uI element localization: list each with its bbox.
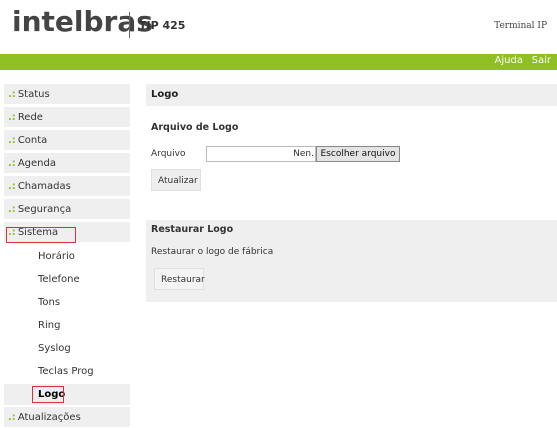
upload-section-title: Arquivo de Logo (151, 122, 239, 133)
sidebar-subitem-syslog[interactable]: Syslog (4, 338, 130, 359)
menu-bullet-icon: .: (8, 412, 16, 423)
sistema-highlight-box (6, 227, 76, 243)
page-title: Logo (146, 84, 557, 106)
sidebar-item-agenda[interactable]: .: Agenda (4, 153, 130, 174)
logout-link[interactable]: Sair (532, 55, 551, 66)
file-input[interactable]: Nen. (206, 146, 316, 162)
restore-section-title: Restaurar Logo (151, 224, 234, 235)
restore-button[interactable]: Restaurar (154, 268, 205, 290)
main-content: Logo Arquivo de Logo Arquivo Nen. Escolh… (146, 84, 557, 426)
sidebar-item-rede[interactable]: .: Rede (4, 107, 130, 128)
sidebar-subitem-ring[interactable]: Ring (4, 315, 130, 336)
header: intelbras TIP 425 Terminal IP (0, 0, 557, 54)
sidebar-subitem-label: Ring (38, 320, 61, 331)
sidebar-subitem-label: Syslog (38, 343, 71, 354)
sidebar-subitem-label: Horário (38, 251, 75, 262)
sidebar-item-label: Status (17, 89, 50, 100)
sidebar-item-label: Chamadas (17, 181, 71, 192)
sidebar-item-label: Rede (17, 112, 43, 123)
brand-logo: intelbras (12, 5, 153, 38)
sidebar-item-label: Agenda (17, 158, 56, 169)
sidebar-item-atualizacoes[interactable]: .: Atualizações (4, 407, 130, 428)
menu-bullet-icon: .: (8, 89, 16, 100)
update-button[interactable]: Atualizar (151, 169, 201, 191)
sidebar-subitem-teclas-prog[interactable]: Teclas Prog (4, 361, 130, 382)
sidebar-subitem-telefone[interactable]: Telefone (4, 269, 130, 290)
sidebar-item-label: Atualizações (17, 412, 81, 423)
help-link[interactable]: Ajuda (495, 55, 523, 66)
sidebar-subitem-label: Telefone (38, 274, 80, 285)
menu-bullet-icon: .: (8, 112, 16, 123)
sidebar-item-conta[interactable]: .: Conta (4, 130, 130, 151)
sidebar-item-status[interactable]: .: Status (4, 84, 130, 105)
logo-highlight-box (32, 386, 64, 403)
sidebar-item-label: Segurança (17, 204, 72, 215)
sidebar-subitem-tons[interactable]: Tons (4, 292, 130, 313)
sidebar-item-label: Conta (17, 135, 48, 146)
file-field-label: Arquivo (151, 149, 186, 159)
device-type: Terminal IP (494, 21, 547, 31)
sidebar-subitem-horario[interactable]: Horário (4, 246, 130, 267)
choose-file-button[interactable]: Escolher arquivo (316, 146, 400, 162)
sidebar: .: Status .: Rede .: Conta .: Agenda .: Chama… (4, 84, 130, 428)
sidebar-item-seguranca[interactable]: .: Segurança (4, 199, 130, 220)
sidebar-subitem-label: Teclas Prog (38, 366, 94, 377)
menu-bullet-icon: .: (8, 181, 16, 192)
menu-bullet-icon: .: (8, 204, 16, 215)
sidebar-subitem-label: Tons (38, 297, 61, 308)
sidebar-item-chamadas[interactable]: .: Chamadas (4, 176, 130, 197)
restore-description: Restaurar o logo de fábrica (151, 247, 274, 257)
menu-bullet-icon: .: (8, 158, 16, 169)
top-bar: Ajuda Sair (0, 54, 557, 70)
menu-bullet-icon: .: (8, 135, 16, 146)
sidebar-subitem-logo[interactable]: Logo (4, 384, 130, 405)
restore-panel: Restaurar Logo Restaurar o logo de fábri… (146, 220, 557, 302)
header-divider (129, 12, 130, 38)
device-model: TIP 425 (139, 19, 186, 32)
